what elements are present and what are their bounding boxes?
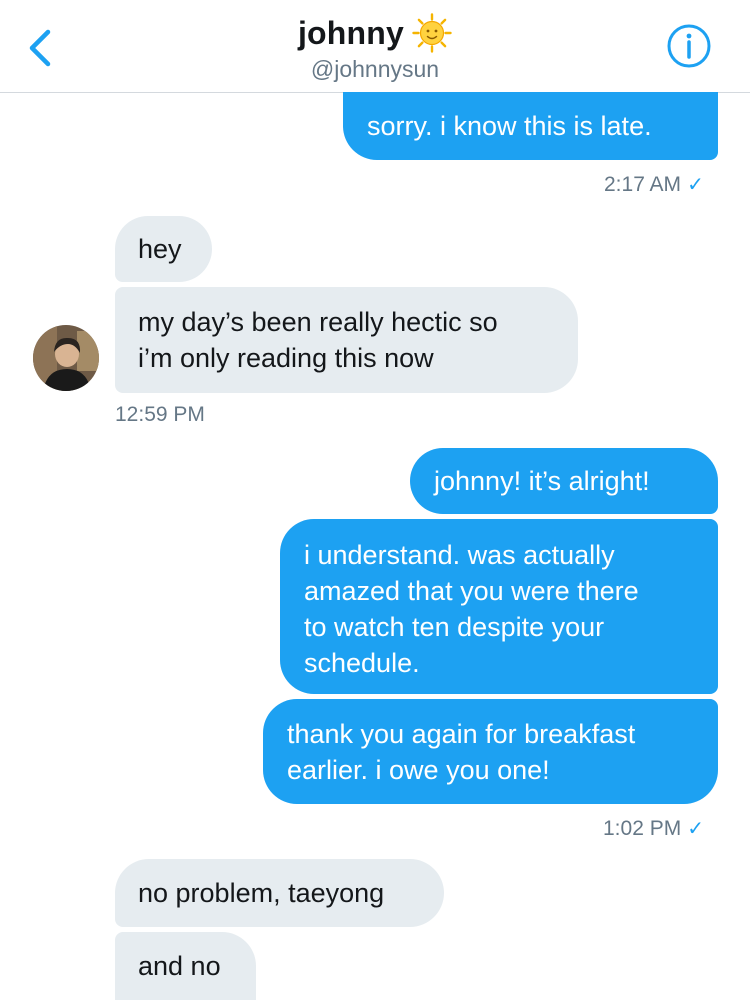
timestamp-text: 12:59 PM — [115, 403, 205, 426]
sun-with-face-icon — [412, 13, 452, 53]
conversation-title: johnny — [297, 14, 405, 51]
read-check-icon: ✓ — [687, 174, 704, 196]
message-bubble-outgoing[interactable]: i understand. was actually amazed that y… — [280, 519, 718, 694]
message-timestamp: 2:17 AM ✓ — [604, 172, 704, 197]
message-bubble-incoming[interactable]: and no — [115, 932, 256, 1000]
timestamp-text: 1:02 PM — [603, 817, 682, 840]
message-bubble-outgoing[interactable]: sorry. i know this is late. — [343, 92, 718, 160]
timestamp-text: 2:17 AM — [604, 173, 682, 196]
message-bubble-outgoing[interactable]: thank you again for breakfast earlier. i… — [263, 699, 718, 804]
info-icon — [667, 24, 711, 68]
message-bubble-outgoing[interactable]: johnny! it’s alright! — [410, 448, 718, 514]
info-button[interactable] — [666, 23, 712, 69]
read-check-icon: ✓ — [687, 818, 704, 840]
message-bubble-incoming[interactable]: hey — [115, 216, 212, 282]
title-block: johnny @johnnysun — [0, 12, 750, 83]
message-timestamp: 1:02 PM ✓ — [603, 816, 704, 841]
conversation-header: johnny @johnnysun — [0, 0, 750, 93]
message-timestamp: 12:59 PM — [115, 403, 205, 427]
conversation-handle: @johnnysun — [310, 56, 440, 82]
message-bubble-incoming[interactable]: my day’s been really hectic so i’m only … — [115, 287, 578, 393]
avatar[interactable] — [33, 325, 99, 391]
message-bubble-incoming[interactable]: no problem, taeyong — [115, 859, 444, 927]
